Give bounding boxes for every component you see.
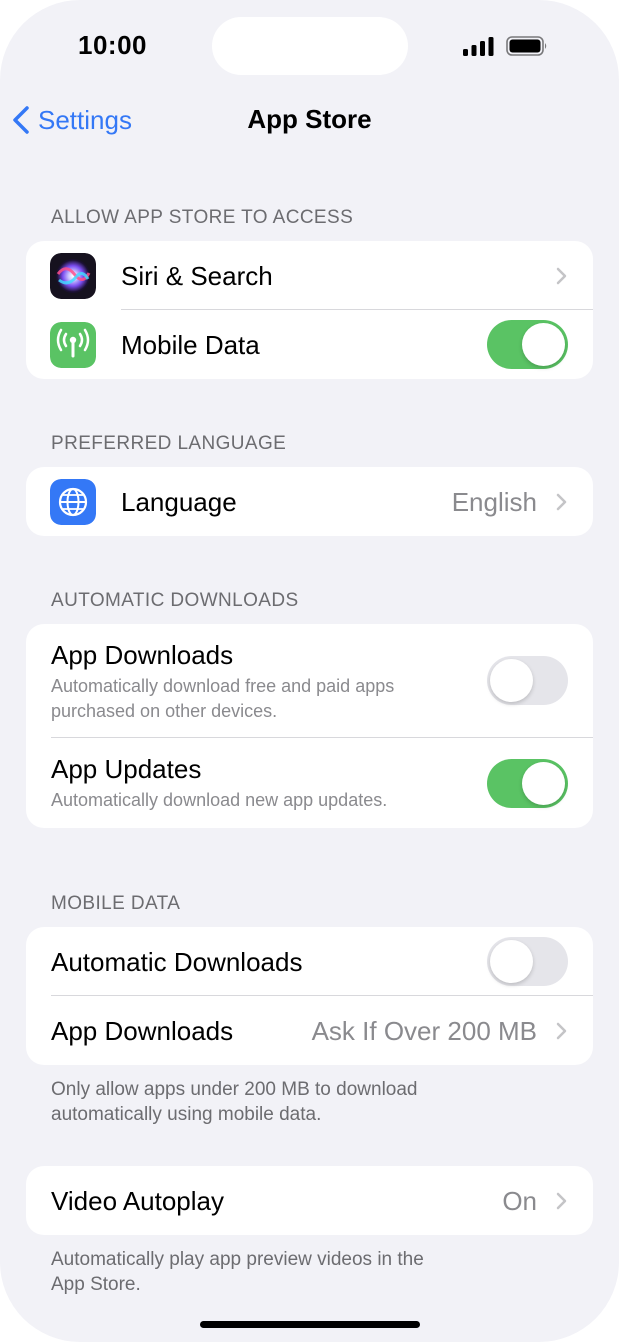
status-time: 10:00 xyxy=(78,30,147,60)
app-downloads-row: App Downloads Automatically download fre… xyxy=(26,624,593,738)
mobile-data-footnote-2: automatically using mobile data. xyxy=(51,1104,322,1125)
globe-icon xyxy=(50,479,96,525)
language-card: Language English xyxy=(26,467,593,536)
mobile-data-label: Mobile Data xyxy=(121,330,260,360)
battery-icon xyxy=(506,36,547,56)
chevron-right-icon xyxy=(556,493,567,511)
app-updates-toggle[interactable] xyxy=(487,759,568,808)
language-value: English xyxy=(451,487,537,517)
siri-search-label: Siri & Search xyxy=(121,261,273,291)
app-downloads-subtitle-2: purchased on other devices. xyxy=(51,701,278,721)
video-autoplay-row[interactable]: Video Autoplay On xyxy=(26,1166,593,1235)
video-autoplay-value: On xyxy=(502,1186,537,1216)
section-header-access: ALLOW APP STORE TO ACCESS xyxy=(51,207,354,228)
automatic-downloads-row: Automatic Downloads xyxy=(26,927,593,996)
antenna-icon xyxy=(50,322,96,368)
section-header-auto-downloads: AUTOMATIC DOWNLOADS xyxy=(51,590,299,611)
automatic-downloads-toggle[interactable] xyxy=(487,937,568,986)
section-header-language: PREFERRED LANGUAGE xyxy=(51,433,287,454)
section-header-mobile-data: MOBILE DATA xyxy=(51,893,181,914)
siri-icon xyxy=(50,253,96,299)
video-card: Video Autoplay On xyxy=(26,1166,593,1235)
app-downloads-subtitle-1: Automatically download free and paid app… xyxy=(51,676,395,696)
dynamic-island xyxy=(212,17,408,75)
siri-search-row[interactable]: Siri & Search xyxy=(26,241,593,310)
signal-icon xyxy=(463,37,494,56)
access-card: Siri & Search Mobile Data xyxy=(26,241,593,379)
home-indicator[interactable] xyxy=(200,1321,420,1328)
auto-downloads-card: App Downloads Automatically download fre… xyxy=(26,624,593,828)
app-downloads-toggle[interactable] xyxy=(487,656,568,705)
app-updates-title: App Updates xyxy=(51,754,202,784)
language-label: Language xyxy=(121,487,237,517)
app-updates-row: App Updates Automatically download new a… xyxy=(26,738,593,828)
toggle-knob xyxy=(490,940,533,983)
toggle-knob xyxy=(522,762,565,805)
app-downloads-title: App Downloads xyxy=(51,640,234,670)
automatic-downloads-label: Automatic Downloads xyxy=(51,947,303,977)
video-footnote-2: App Store. xyxy=(51,1274,141,1295)
mobile-app-downloads-label: App Downloads xyxy=(51,1016,234,1046)
mobile-data-row: Mobile Data xyxy=(26,310,593,379)
mobile-data-footnote-1: Only allow apps under 200 MB to download xyxy=(51,1079,418,1100)
chevron-right-icon xyxy=(556,267,567,285)
video-autoplay-label: Video Autoplay xyxy=(51,1186,224,1216)
toggle-knob xyxy=(490,659,533,702)
mobile-app-downloads-value: Ask If Over 200 MB xyxy=(311,1016,537,1046)
mobile-data-card: Automatic Downloads App Downloads Ask If… xyxy=(26,927,593,1065)
mobile-data-toggle[interactable] xyxy=(487,320,568,369)
chevron-right-icon xyxy=(556,1022,567,1040)
video-footnote-1: Automatically play app preview videos in… xyxy=(51,1249,424,1270)
phone-screen: 10:00 Settings App Store ALLOW APP STORE… xyxy=(0,0,619,1342)
page-title: App Store xyxy=(247,104,372,134)
chevron-right-icon xyxy=(556,1192,567,1210)
mobile-app-downloads-row[interactable]: App Downloads Ask If Over 200 MB xyxy=(26,996,593,1065)
language-row[interactable]: Language English xyxy=(26,467,593,536)
toggle-knob xyxy=(522,323,565,366)
app-updates-subtitle: Automatically download new app updates. xyxy=(51,790,388,810)
